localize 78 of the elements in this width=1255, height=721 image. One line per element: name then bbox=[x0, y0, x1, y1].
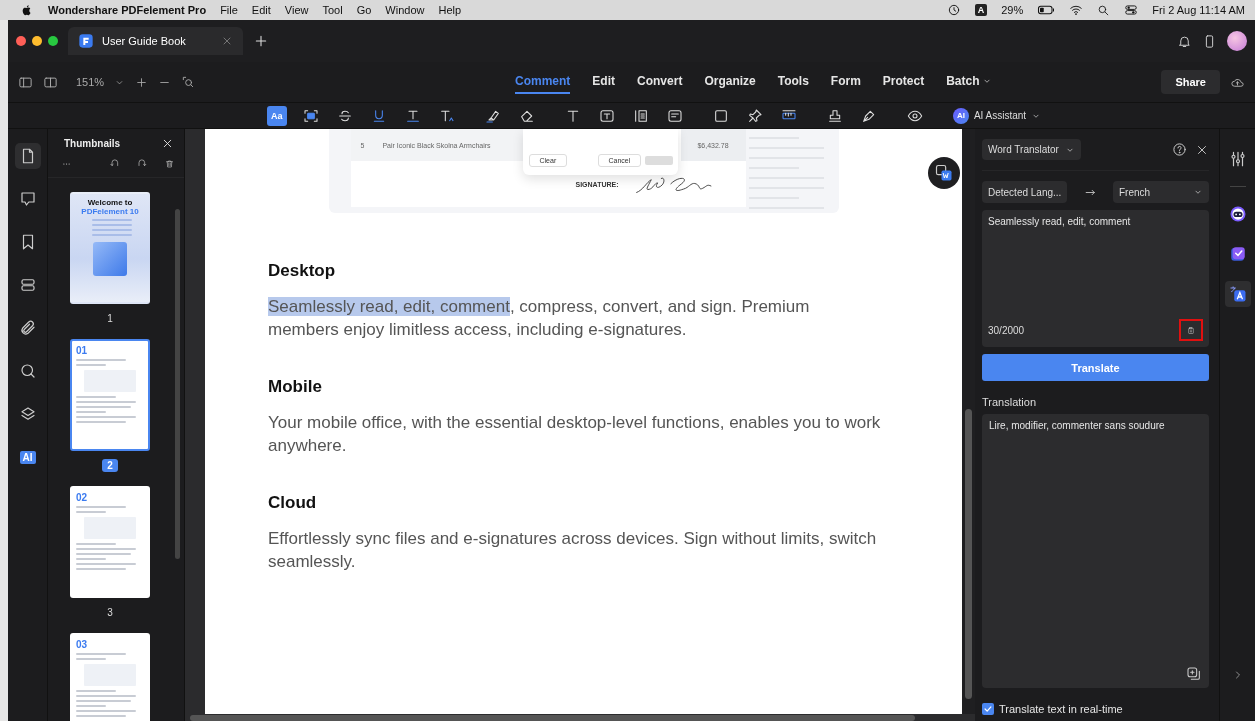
wifi-icon[interactable] bbox=[1069, 3, 1084, 17]
zoom-fit-icon[interactable] bbox=[181, 75, 196, 89]
page-number: 1 bbox=[106, 312, 114, 325]
cube-drawing bbox=[93, 242, 127, 276]
document-tab[interactable]: User Guide Book bbox=[68, 27, 243, 55]
scrollbar[interactable] bbox=[190, 715, 915, 721]
bell-icon[interactable] bbox=[1177, 33, 1192, 49]
section-heading: Cloud bbox=[268, 493, 318, 513]
thumbnail-text: 03 bbox=[76, 639, 89, 650]
menu-tab[interactable]: Form bbox=[830, 70, 861, 94]
section-heading: Desktop bbox=[268, 261, 337, 281]
plus-icon[interactable] bbox=[253, 33, 269, 49]
page-number: 2 bbox=[102, 459, 118, 472]
menu-item[interactable]: View bbox=[284, 4, 309, 16]
page-thumbnail[interactable]: 01 bbox=[70, 339, 150, 451]
avatar[interactable] bbox=[1227, 31, 1247, 51]
character-count: 30/2000 bbox=[988, 324, 1025, 336]
translate-icon bbox=[934, 163, 954, 183]
copy-icon[interactable] bbox=[1186, 666, 1202, 682]
sidebar-icon[interactable] bbox=[18, 74, 33, 90]
scrollbar[interactable] bbox=[175, 209, 180, 559]
realtime-checkbox[interactable]: Translate text in real-time bbox=[982, 703, 1209, 715]
menu-tab[interactable]: Organize bbox=[704, 70, 756, 94]
input-field[interactable]: Seamlessly read, edit, comment 30/2000 bbox=[982, 210, 1209, 347]
menu-item[interactable]: Go bbox=[356, 4, 372, 16]
share-button[interactable]: Share bbox=[1161, 70, 1220, 94]
page-thumbnail[interactable]: 02 bbox=[70, 486, 150, 598]
clock-icon[interactable] bbox=[946, 3, 961, 17]
check-icon bbox=[983, 704, 993, 714]
menu-tab[interactable]: Edit bbox=[592, 70, 616, 94]
menu-tab[interactable]: Convert bbox=[637, 70, 683, 94]
ai-tool[interactable]: AI bbox=[14, 444, 41, 470]
translate-float-button[interactable] bbox=[928, 157, 960, 189]
input-source[interactable]: A bbox=[974, 4, 988, 16]
menu-item[interactable]: Help bbox=[438, 4, 462, 16]
search-icon[interactable] bbox=[1097, 3, 1111, 17]
menu-item[interactable]: Window bbox=[385, 4, 425, 16]
menu-item[interactable]: Tool bbox=[322, 4, 343, 16]
panel-title: Thumbnails bbox=[64, 138, 121, 149]
app-menu[interactable]: Wondershare PDFelement Pro bbox=[48, 4, 207, 16]
menu-tab[interactable]: Protect bbox=[882, 70, 925, 94]
plus-icon[interactable] bbox=[135, 75, 149, 89]
help-icon[interactable] bbox=[1172, 142, 1187, 157]
section-heading: Mobile bbox=[268, 377, 323, 397]
translate-button[interactable]: Translate bbox=[982, 354, 1209, 381]
translation-text: Lire, modifier, commenter sans soudure bbox=[989, 420, 1166, 433]
toggles-icon[interactable] bbox=[1124, 3, 1139, 17]
text-style-tool[interactable]: Aa bbox=[266, 105, 287, 126]
menu-item[interactable]: File bbox=[220, 4, 238, 16]
menu-tab[interactable]: Comment bbox=[515, 70, 571, 94]
zoom-level[interactable]: 151% bbox=[76, 76, 105, 88]
paste-button[interactable] bbox=[1179, 319, 1203, 341]
scrollbar[interactable] bbox=[965, 409, 972, 699]
app-icon bbox=[78, 33, 94, 49]
page-number: 3 bbox=[106, 606, 114, 619]
thumbnail-text: PDFelement 10 bbox=[80, 207, 140, 216]
menu-tab[interactable]: Batch bbox=[946, 70, 992, 94]
paragraph: Seamlessly read, edit, comment, compress, convert, and sign. Premium members enjoy limitless access, including e-signatures. bbox=[268, 296, 811, 341]
language-dropdown[interactable]: French bbox=[1113, 181, 1209, 203]
ai-assistant-button[interactable]: AI AI Assistant bbox=[952, 107, 1042, 124]
mode-dropdown[interactable]: Word Translator bbox=[982, 139, 1081, 160]
menu-tab[interactable]: Tools bbox=[777, 70, 809, 94]
page-thumbnail[interactable]: 03 bbox=[70, 633, 150, 721]
translate-icon[interactable] bbox=[1224, 281, 1251, 307]
menu-item[interactable]: Edit bbox=[251, 4, 271, 16]
page-icon[interactable] bbox=[14, 143, 41, 169]
section-label: Translation bbox=[982, 396, 1037, 408]
thumbnail-text: 02 bbox=[76, 492, 89, 503]
battery-percent: 29% bbox=[1001, 4, 1024, 16]
menu-clock[interactable]: Fri 2 Aug 11:14 AM bbox=[1152, 4, 1245, 16]
close-icon[interactable] bbox=[161, 137, 174, 150]
page-thumbnail[interactable]: Welcome to PDFelement 10 bbox=[70, 192, 150, 304]
paragraph: Effortlessly sync files and e-signatures across devices. Sign without limits, switch seamlessly. bbox=[268, 528, 878, 573]
thumbnail-text: Welcome to bbox=[86, 198, 134, 207]
two-page-icon[interactable] bbox=[43, 74, 58, 90]
thumbnail-text: 01 bbox=[76, 345, 89, 356]
paragraph: Your mobile office, with the essential desktop-level functions, enables you to work anywhere. bbox=[268, 412, 882, 457]
language-dropdown[interactable]: Detected Lang... bbox=[982, 181, 1068, 203]
